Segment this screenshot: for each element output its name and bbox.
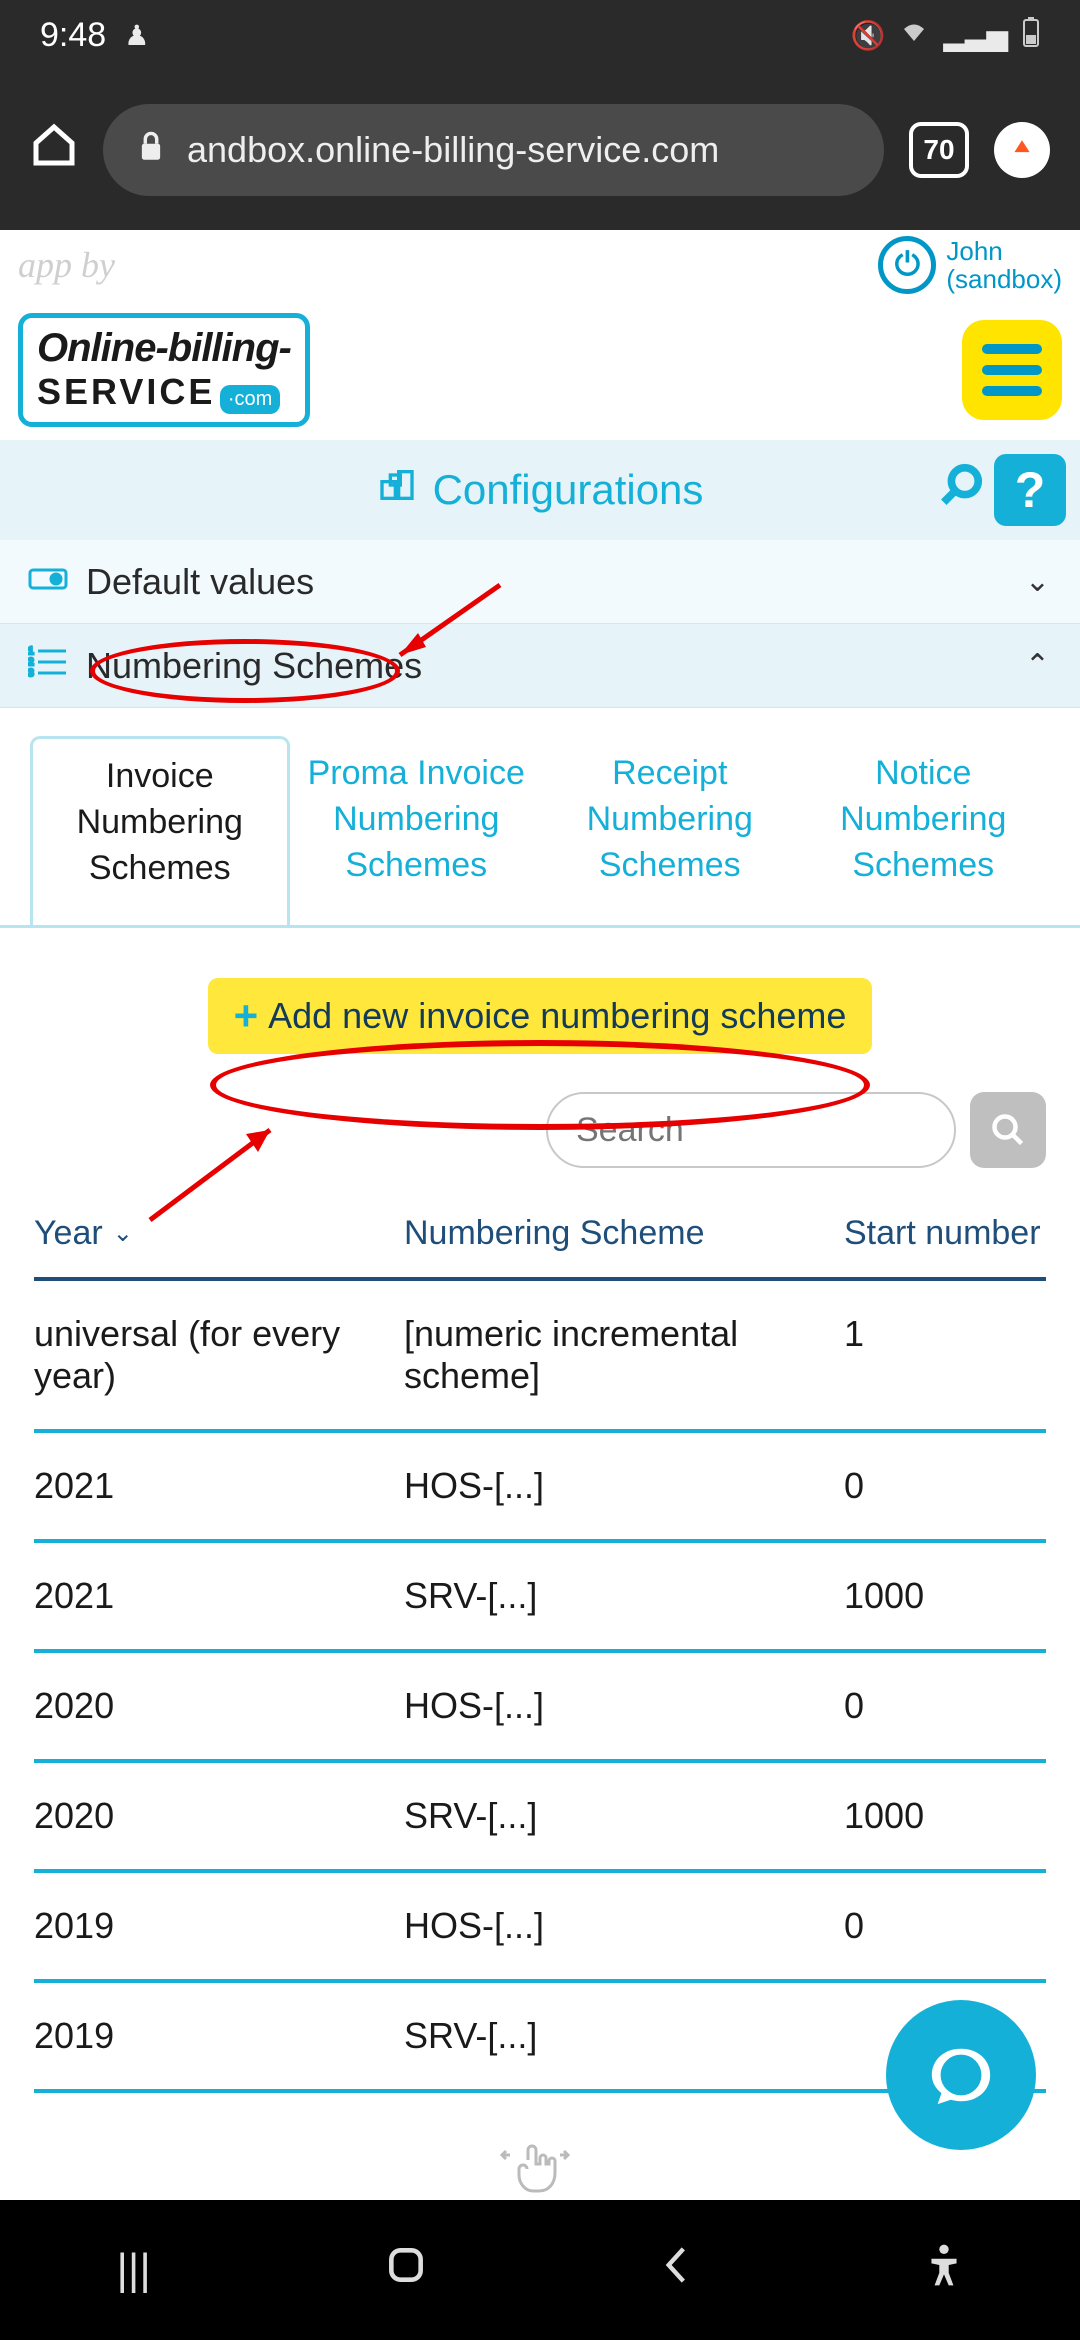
table-row[interactable]: universal (for every year) [numeric incr… — [34, 1281, 1046, 1433]
tab-receipt-numbering[interactable]: Receipt Numbering Schemes — [543, 736, 797, 925]
help-button[interactable]: ? — [994, 454, 1066, 526]
header-scheme[interactable]: Numbering Scheme — [404, 1214, 844, 1253]
android-status-bar: 9:48 ♟ 🔇 ▂▃▅ — [0, 0, 1080, 70]
tab-proma-invoice-numbering[interactable]: Proma Invoice Numbering Schemes — [290, 736, 544, 925]
android-nav-bar: ||| — [0, 2200, 1080, 2340]
status-notification-icon: ♟ — [124, 19, 149, 52]
table-row[interactable]: 2020 SRV-[...] 1000 — [34, 1763, 1046, 1873]
numbering-schemes-table: Year ⌄ Numbering Scheme Start number uni… — [0, 1198, 1080, 2093]
chevron-down-icon: ⌄ — [1025, 564, 1050, 599]
tab-invoice-numbering[interactable]: Invoice Numbering Schemes — [30, 736, 290, 925]
url-text: andbox.online-billing-service.com — [187, 129, 719, 171]
home-icon[interactable] — [30, 121, 78, 180]
default-values-icon — [28, 562, 68, 601]
search-button[interactable] — [970, 1092, 1046, 1168]
configurations-bar: Configurations ? — [0, 440, 1080, 540]
battery-icon — [1022, 17, 1040, 54]
logo-row: Online-billing- SERVICE ·com — [0, 300, 1080, 440]
svg-text:3: 3 — [28, 668, 34, 678]
browser-toolbar: andbox.online-billing-service.com 70 — [0, 70, 1080, 230]
add-button-label: Add new invoice numbering scheme — [268, 995, 846, 1037]
lock-icon — [137, 130, 165, 170]
app-header: app by ⏻ John (sandbox) — [0, 230, 1080, 300]
table-row[interactable]: 2021 HOS-[...] 0 — [34, 1433, 1046, 1543]
section-numbering-schemes[interactable]: 123 Numbering Schemes ⌃ — [0, 624, 1080, 708]
section-label: Numbering Schemes — [86, 645, 422, 687]
tabs: Invoice Numbering Schemes Proma Invoice … — [0, 708, 1080, 928]
config-icon — [377, 465, 417, 515]
tabs-count-badge[interactable]: 70 — [909, 122, 969, 178]
logo[interactable]: Online-billing- SERVICE ·com — [18, 313, 310, 427]
wifi-icon — [899, 19, 929, 51]
table-row[interactable]: 2019 HOS-[...] 0 — [34, 1873, 1046, 1983]
section-default-values[interactable]: Default values ⌄ — [0, 540, 1080, 624]
url-bar[interactable]: andbox.online-billing-service.com — [103, 104, 884, 196]
add-numbering-scheme-button[interactable]: + Add new invoice numbering scheme — [208, 978, 873, 1054]
user-mode: (sandbox) — [946, 265, 1062, 293]
menu-button[interactable] — [962, 320, 1062, 420]
chevron-up-icon: ⌃ — [1025, 648, 1050, 683]
page-title: Configurations — [433, 466, 704, 514]
table-header: Year ⌄ Numbering Scheme Start number — [34, 1198, 1046, 1281]
numbering-schemes-icon: 123 — [28, 644, 68, 687]
home-button[interactable] — [384, 2243, 428, 2298]
back-button[interactable] — [661, 2243, 691, 2298]
power-icon[interactable]: ⏻ — [878, 236, 936, 294]
header-start[interactable]: Start number — [844, 1214, 1046, 1253]
user-name: John — [946, 237, 1062, 265]
sort-icon: ⌄ — [113, 1219, 133, 1248]
chat-fab[interactable] — [886, 2000, 1036, 2150]
tab-notice-numbering[interactable]: Notice Numbering Schemes — [797, 736, 1051, 925]
search-icon[interactable] — [938, 462, 984, 519]
section-label: Default values — [86, 561, 314, 603]
recents-button[interactable]: ||| — [116, 2245, 150, 2295]
header-year[interactable]: Year ⌄ — [34, 1214, 404, 1253]
search-input[interactable] — [546, 1092, 956, 1168]
status-time: 9:48 — [40, 16, 106, 55]
svg-text:2: 2 — [28, 657, 34, 668]
app-tagline: app by — [18, 244, 115, 286]
user-info[interactable]: ⏻ John (sandbox) — [878, 236, 1062, 294]
accessibility-button[interactable] — [924, 2243, 964, 2298]
svg-text:1: 1 — [28, 646, 34, 657]
mute-icon: 🔇 — [851, 19, 886, 52]
plus-icon: + — [234, 992, 259, 1040]
browser-menu-button[interactable] — [994, 122, 1050, 178]
table-row[interactable]: 2021 SRV-[...] 1000 — [34, 1543, 1046, 1653]
table-row[interactable]: 2020 HOS-[...] 0 — [34, 1653, 1046, 1763]
signal-icon: ▂▃▅ — [943, 19, 1008, 52]
